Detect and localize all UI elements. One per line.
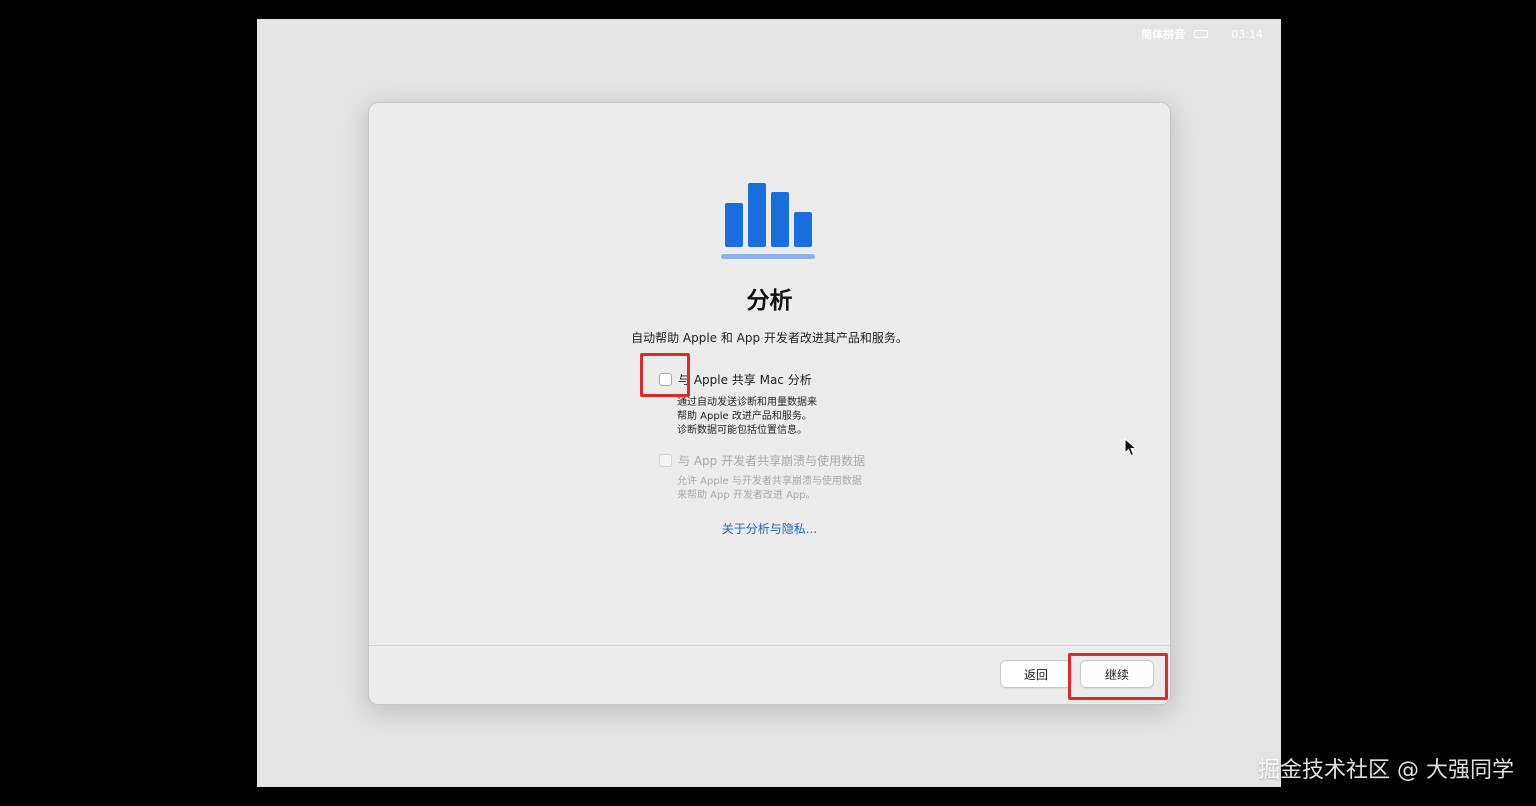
input-method-label[interactable]: 简体拼音 — [1141, 26, 1185, 42]
window-footer: 返回 继续 — [369, 645, 1170, 704]
back-button[interactable]: 返回 — [1000, 660, 1072, 688]
share-with-developers-checkbox — [659, 454, 672, 467]
macos-setup-screen: 简体拼音 03:14 分析 自动帮助 Apple 和 App 开发者改进其产品和… — [257, 19, 1281, 787]
share-with-developers-option: 与 App 开发者共享崩溃与使用数据 — [659, 452, 865, 469]
page-title: 分析 — [746, 288, 793, 314]
setup-assistant-window: 分析 自动帮助 Apple 和 App 开发者改进其产品和服务。 与 Apple… — [368, 102, 1171, 705]
keyboard-icon — [1194, 30, 1209, 38]
watermark-text: 掘金技术社区 @ 大强同学 — [1258, 758, 1514, 783]
share-with-developers-label: 与 App 开发者共享崩溃与使用数据 — [678, 454, 866, 468]
page-subtitle: 自动帮助 Apple 和 App 开发者改进其产品和服务。 — [631, 331, 908, 345]
share-mac-analytics-description: 通过自动发送诊断和用量数据来 帮助 Apple 改进产品和服务。 诊断数据可能包… — [677, 397, 817, 436]
share-mac-analytics-label[interactable]: 与 Apple 共享 Mac 分析 — [678, 371, 812, 388]
annotation-highlight-continue — [1068, 653, 1168, 700]
menu-bar-status: 简体拼音 03:14 — [1141, 26, 1263, 42]
about-analytics-privacy-link[interactable]: 关于分析与隐私... — [369, 520, 1170, 537]
clock-time: 03:14 — [1231, 27, 1263, 41]
mouse-pointer-icon — [1124, 438, 1138, 457]
share-with-developers-description: 允许 Apple 与开发者共享崩溃与使用数据 来帮助 App 开发者改进 App… — [677, 476, 862, 501]
analytics-bar-chart-icon — [721, 183, 815, 259]
annotation-highlight-checkbox — [640, 353, 690, 397]
